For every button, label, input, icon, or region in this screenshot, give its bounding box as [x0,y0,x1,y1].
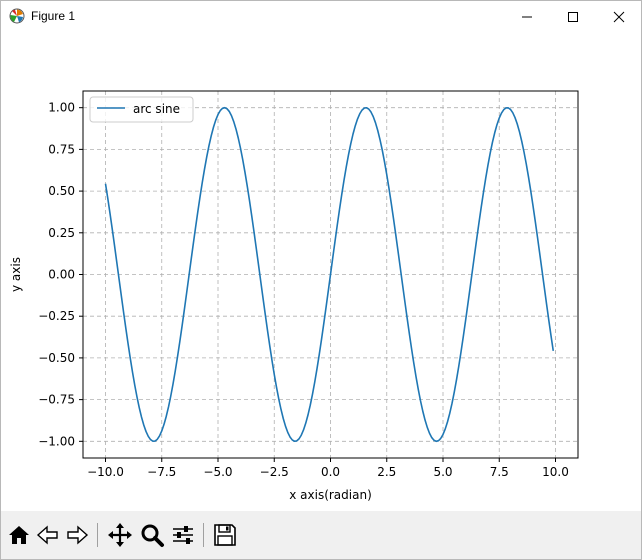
y-tick-label: 0.50 [48,184,75,198]
pan-move-icon [108,523,132,547]
x-tick-label: 10.0 [542,465,569,479]
save-floppy-icon [214,524,236,546]
navigation-toolbar [1,511,641,559]
minimize-button[interactable] [504,1,550,32]
matplotlib-app-icon [9,8,25,24]
forward-button[interactable] [64,522,90,548]
plot-svg: −10.0 −7.5 −5.0 −2.5 0.0 2.5 5.0 7.5 10.0 1.00 0.7… [9,90,579,502]
toolbar-separator [203,523,204,547]
y-tick-label: −1.00 [38,434,75,448]
x-tick-label: −2.5 [260,465,289,479]
close-button[interactable] [596,1,641,32]
save-button[interactable] [212,522,238,548]
y-tick-label: 0.00 [48,268,75,282]
y-tick-label: 0.25 [48,226,75,240]
zoom-button[interactable] [139,522,165,548]
maximize-icon [568,12,578,22]
legend: arc sine [89,96,194,123]
y-tick-label: −0.50 [38,351,75,365]
x-tick-label: −7.5 [147,465,176,479]
maximize-button[interactable] [550,1,596,32]
home-icon [9,526,29,544]
configure-subplots-button[interactable] [170,522,196,548]
window-title: Figure 1 [31,9,76,23]
x-tick-label: 2.5 [377,465,396,479]
figure-window: Figure 1 −10.0 −7.5 −5.0 −2.5 0.0 2.5 5.0 7.5 10… [0,0,642,560]
y-axis-label: y axis [9,257,23,292]
x-tick-label: 5.0 [433,465,452,479]
figure-canvas[interactable]: −10.0 −7.5 −5.0 −2.5 0.0 2.5 5.0 7.5 10.0 1.00 0.7… [1,32,641,510]
minimize-icon [522,16,532,18]
toolbar-separator [97,523,98,547]
y-tick-label: −0.25 [38,309,75,323]
close-icon [613,11,625,23]
forward-arrow-icon [67,525,89,545]
home-button[interactable] [6,522,32,548]
pan-button[interactable] [107,522,133,548]
x-tick-label: 0.0 [321,465,340,479]
zoom-magnifier-icon [141,524,164,547]
title-bar[interactable]: Figure 1 [1,1,641,32]
y-tick-label: 1.00 [48,101,75,115]
y-tick-label: 0.75 [48,142,75,156]
x-axis-label: x axis(radian) [289,488,372,502]
x-tick-label: 7.5 [490,465,509,479]
configure-subplots-icon [173,526,193,544]
y-tick-label: −0.75 [38,393,75,407]
legend-label: arc sine [133,102,180,116]
back-button[interactable] [35,522,61,548]
x-tick-label: −5.0 [203,465,232,479]
back-arrow-icon [36,525,58,545]
x-tick-label: −10.0 [87,465,124,479]
